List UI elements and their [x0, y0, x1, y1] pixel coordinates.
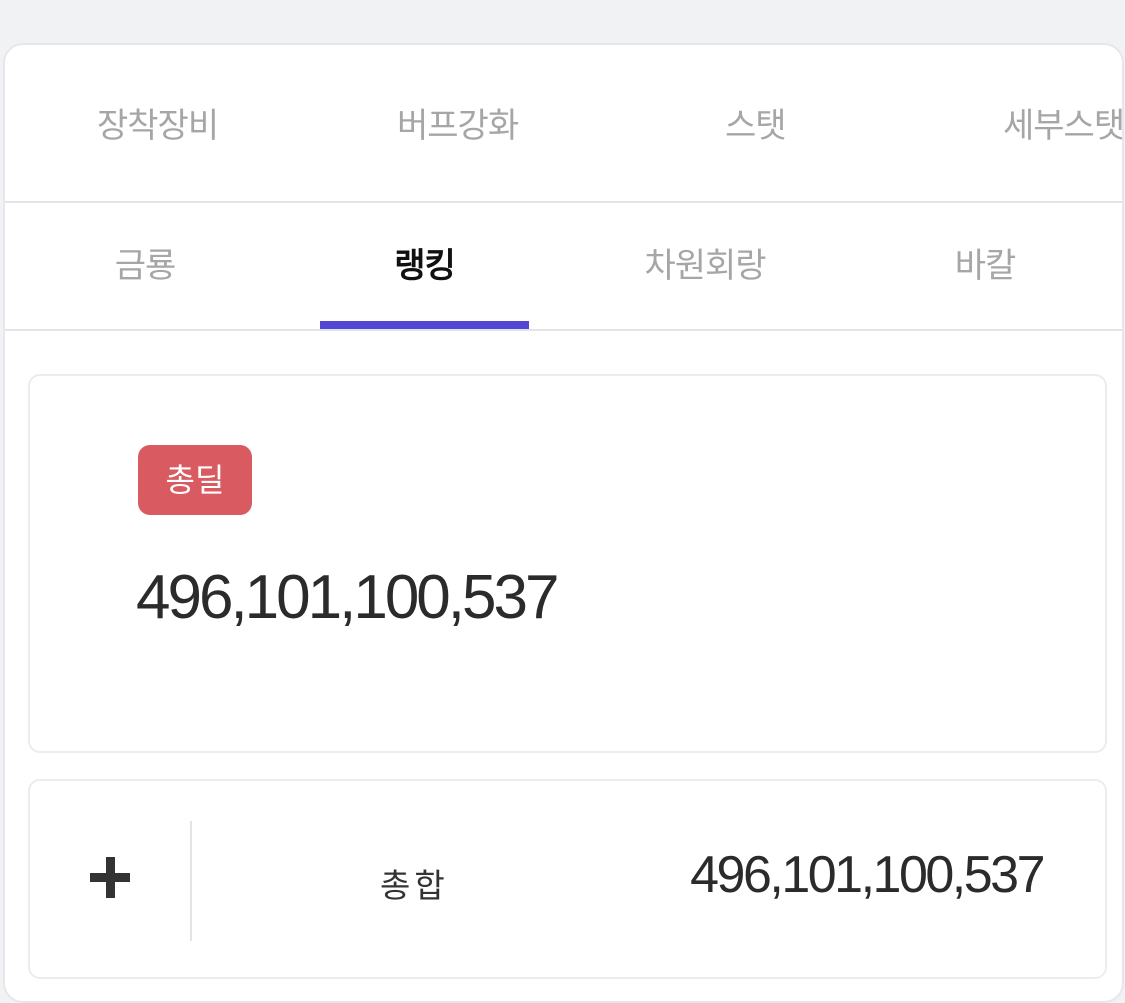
tab-ranking[interactable]: 랭킹: [320, 243, 529, 289]
tab-detailed-stats[interactable]: 세부스탯: [1003, 103, 1122, 149]
summary-value: 496,101,100,537: [690, 846, 1045, 904]
tab-buff-enhance[interactable]: 버프강화: [397, 103, 519, 149]
active-tab-indicator: [320, 321, 529, 329]
total-damage-card: 총딜 496,101,100,537: [28, 374, 1107, 753]
divider: [190, 821, 192, 941]
plus-icon[interactable]: [78, 843, 148, 913]
tab-bakal[interactable]: 바칼: [905, 243, 1065, 289]
tab-stats[interactable]: 스탯: [725, 103, 787, 149]
tab-equipped-gear[interactable]: 장착장비: [97, 103, 219, 149]
top-tab-bar: 장착장비 버프강화 스탯 세부스탯: [5, 45, 1122, 203]
tab-dimension-corridor[interactable]: 차원회랑: [605, 243, 805, 289]
tab-geumryong[interactable]: 금룡: [65, 243, 225, 289]
summary-label: 총합: [380, 866, 449, 905]
summary-row: 총합 496,101,100,537: [28, 779, 1107, 979]
total-damage-badge: 총딜: [138, 445, 252, 515]
content-panel: 장착장비 버프강화 스탯 세부스탯 금룡 랭킹 차원회랑 바칼 총딜 496,1…: [3, 43, 1124, 1003]
total-damage-value: 496,101,100,537: [136, 563, 559, 632]
sub-tab-bar: 금룡 랭킹 차원회랑 바칼: [5, 203, 1122, 331]
